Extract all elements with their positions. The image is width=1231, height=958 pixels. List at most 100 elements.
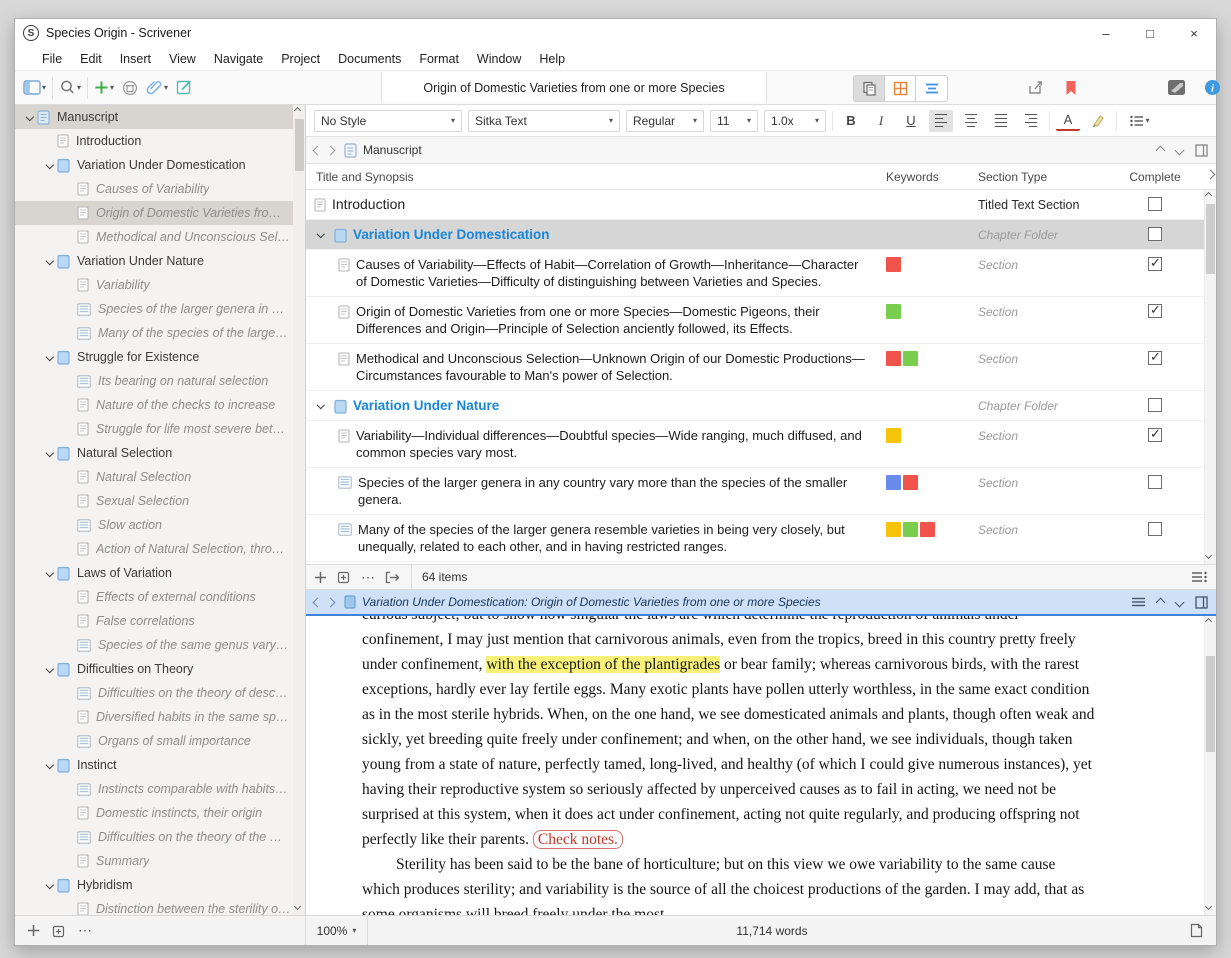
editor-scroll-thumb[interactable] xyxy=(1206,656,1215,752)
outliner-scrollbar[interactable] xyxy=(1204,190,1216,564)
complete-checkbox[interactable] xyxy=(1148,257,1162,271)
nav-back-icon[interactable] xyxy=(313,145,323,155)
expand-chevron-icon[interactable] xyxy=(23,114,37,120)
align-justify-button[interactable] xyxy=(989,110,1013,132)
editor-forward-icon[interactable] xyxy=(326,597,336,607)
binder-item[interactable]: Instinct xyxy=(15,753,305,777)
list-format-button[interactable]: ▾ xyxy=(1123,110,1157,132)
expand-chevron-icon[interactable] xyxy=(43,882,57,888)
outliner-scroll-up-icon[interactable] xyxy=(1206,193,1214,201)
binder-item[interactable]: Introduction xyxy=(15,129,305,153)
binder-item[interactable]: Struggle for life most severe betwee... xyxy=(15,417,305,441)
trash-button[interactable] xyxy=(120,77,140,99)
minimize-button[interactable]: – xyxy=(1084,19,1128,47)
complete-checkbox[interactable] xyxy=(1148,197,1162,211)
binder-item[interactable]: Origin of Domestic Varieties from o... xyxy=(15,201,305,225)
inspector-button[interactable]: i xyxy=(1202,76,1223,99)
binder-item[interactable]: Difficulties on Theory xyxy=(15,657,305,681)
complete-checkbox[interactable] xyxy=(1148,428,1162,442)
outliner-row[interactable]: Variability—Individual differences—Doubt… xyxy=(306,421,1216,468)
expand-chevron-icon[interactable] xyxy=(43,258,57,264)
editor-back-icon[interactable] xyxy=(313,597,323,607)
binder-item[interactable]: Nature of the checks to increase xyxy=(15,393,305,417)
maximize-button[interactable]: □ xyxy=(1128,19,1172,47)
binder-item[interactable]: False correlations xyxy=(15,609,305,633)
complete-checkbox[interactable] xyxy=(1148,304,1162,318)
binder-item[interactable]: Laws of Variation xyxy=(15,561,305,585)
binder-item[interactable]: Variability xyxy=(15,273,305,297)
compose-button[interactable] xyxy=(174,76,195,99)
complete-checkbox[interactable] xyxy=(1148,351,1162,365)
editor-scrollbar[interactable] xyxy=(1204,616,1216,915)
view-mode-corkboard-button[interactable] xyxy=(885,76,916,101)
align-left-button[interactable] xyxy=(929,110,953,132)
binder-item[interactable]: Action of Natural Selection, through ... xyxy=(15,537,305,561)
highlight-button[interactable] xyxy=(1086,110,1110,132)
menu-documents[interactable]: Documents xyxy=(329,52,410,66)
italic-button[interactable]: I xyxy=(869,110,893,132)
attachments-button[interactable]: ▾ xyxy=(144,76,170,99)
export-arrow-icon[interactable] xyxy=(385,571,401,584)
binder-item[interactable]: Instincts comparable with habits, but... xyxy=(15,777,305,801)
style-select[interactable]: No Style▾ xyxy=(314,110,462,132)
more-options-icon[interactable]: ⋯ xyxy=(361,569,375,586)
complete-checkbox[interactable] xyxy=(1148,475,1162,489)
column-section-type[interactable]: Section Type xyxy=(978,170,1115,184)
binder-item[interactable]: Manuscript xyxy=(15,105,305,129)
outliner-scroll-down-icon[interactable] xyxy=(1206,553,1214,561)
editor-prev-icon[interactable] xyxy=(1156,597,1166,607)
binder-item[interactable]: Its bearing on natural selection xyxy=(15,369,305,393)
binder-item[interactable]: Species of the same genus vary in an... xyxy=(15,633,305,657)
binder-item[interactable]: Difficulties on the theory of the Natu..… xyxy=(15,825,305,849)
bookmark-button[interactable] xyxy=(1063,77,1079,99)
column-title-synopsis[interactable]: Title and Synopsis xyxy=(306,170,886,184)
add-document-icon[interactable] xyxy=(314,571,327,584)
add-item-caret[interactable]: ▾ xyxy=(110,83,114,92)
binder-scroll-down-icon[interactable] xyxy=(295,904,303,912)
complete-checkbox[interactable] xyxy=(1148,398,1162,412)
binder-item[interactable]: Causes of Variability xyxy=(15,177,305,201)
text-color-button[interactable]: A xyxy=(1056,111,1080,131)
editor-menu-icon[interactable] xyxy=(1132,597,1145,607)
menu-view[interactable]: View xyxy=(160,52,205,66)
outliner-row[interactable]: Many of the species of the larger genera… xyxy=(306,515,1216,562)
outliner-row[interactable]: IntroductionTitled Text Section xyxy=(306,190,1216,220)
binder-item[interactable]: Effects of external conditions xyxy=(15,585,305,609)
page-target-icon[interactable] xyxy=(1190,923,1203,938)
font-size-select[interactable]: 11▾ xyxy=(710,110,758,132)
more-columns-icon[interactable] xyxy=(1206,170,1216,180)
bold-button[interactable]: B xyxy=(839,110,863,132)
menu-project[interactable]: Project xyxy=(272,52,329,66)
font-select[interactable]: Sitka Text▾ xyxy=(468,110,620,132)
binder-item[interactable]: Variation Under Domestication xyxy=(15,153,305,177)
binder-item[interactable]: Slow action xyxy=(15,513,305,537)
expand-chevron-icon[interactable] xyxy=(43,666,57,672)
menu-navigate[interactable]: Navigate xyxy=(205,52,272,66)
binder-item[interactable]: Organs of small importance xyxy=(15,729,305,753)
column-keywords[interactable]: Keywords xyxy=(886,170,978,184)
binder-scroll-thumb[interactable] xyxy=(295,119,304,171)
outliner-row[interactable]: Variation Under NatureChapter Folder xyxy=(306,391,1216,421)
binder-item[interactable]: Natural Selection xyxy=(15,465,305,489)
outliner-row[interactable]: Species of the larger genera in any coun… xyxy=(306,468,1216,515)
expand-chevron-icon[interactable] xyxy=(43,354,57,360)
binder-item[interactable]: Sexual Selection xyxy=(15,489,305,513)
outliner-row[interactable]: Causes of Variability—Effects of Habit—C… xyxy=(306,250,1216,297)
search-button[interactable]: ▾ xyxy=(57,76,83,99)
share-button[interactable] xyxy=(1025,76,1047,99)
expand-chevron-icon[interactable] xyxy=(314,402,328,408)
menu-window[interactable]: Window xyxy=(468,52,530,66)
outliner-next-icon[interactable] xyxy=(1175,145,1185,155)
binder-item[interactable]: Natural Selection xyxy=(15,441,305,465)
binder-item[interactable]: Diversified habits in the same species xyxy=(15,705,305,729)
align-right-button[interactable] xyxy=(1019,110,1043,132)
binder-more-icon[interactable]: ⋯ xyxy=(78,922,92,939)
editor-scroll-down-icon[interactable] xyxy=(1206,904,1214,912)
editor-scroll-up-icon[interactable] xyxy=(1206,619,1214,627)
complete-checkbox[interactable] xyxy=(1148,522,1162,536)
editor-content[interactable]: curious subject; but to show how singula… xyxy=(362,616,1096,915)
binder-item[interactable]: Summary xyxy=(15,849,305,873)
expand-chevron-icon[interactable] xyxy=(314,231,328,237)
binder-item[interactable]: Struggle for Existence xyxy=(15,345,305,369)
editor-text-pane[interactable]: curious subject; but to show how singula… xyxy=(306,616,1216,915)
